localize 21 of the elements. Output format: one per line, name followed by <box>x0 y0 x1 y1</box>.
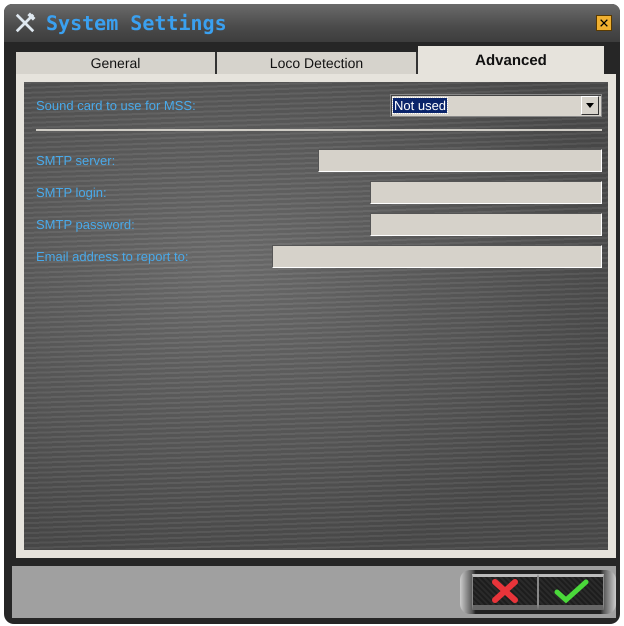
close-button[interactable] <box>596 15 612 31</box>
input-field[interactable] <box>370 212 602 236</box>
checkmark-icon[interactable] <box>553 578 589 604</box>
tab[interactable]: General <box>16 52 217 74</box>
input-field[interactable] <box>272 244 602 268</box>
field-label: SMTP password: <box>36 216 135 232</box>
tab[interactable]: Loco Detection <box>217 52 418 74</box>
cross-icon[interactable] <box>490 578 520 604</box>
cancel-button[interactable] <box>472 574 538 610</box>
input-field[interactable] <box>318 148 602 172</box>
field-label: SMTP server: <box>36 152 116 168</box>
field-label: Sound card to use for MSS: <box>36 98 196 112</box>
window-title: System Settings <box>46 11 228 35</box>
dropdown[interactable]: Not used <box>390 94 602 116</box>
ok-button[interactable] <box>538 574 604 610</box>
field-label: SMTP login: <box>36 184 107 200</box>
tab[interactable]: Advanced <box>418 46 604 74</box>
field-label: Email address to report to: <box>36 248 188 264</box>
tools-icon <box>14 12 36 34</box>
close-icon[interactable] <box>599 18 609 28</box>
input-field[interactable] <box>370 180 602 204</box>
